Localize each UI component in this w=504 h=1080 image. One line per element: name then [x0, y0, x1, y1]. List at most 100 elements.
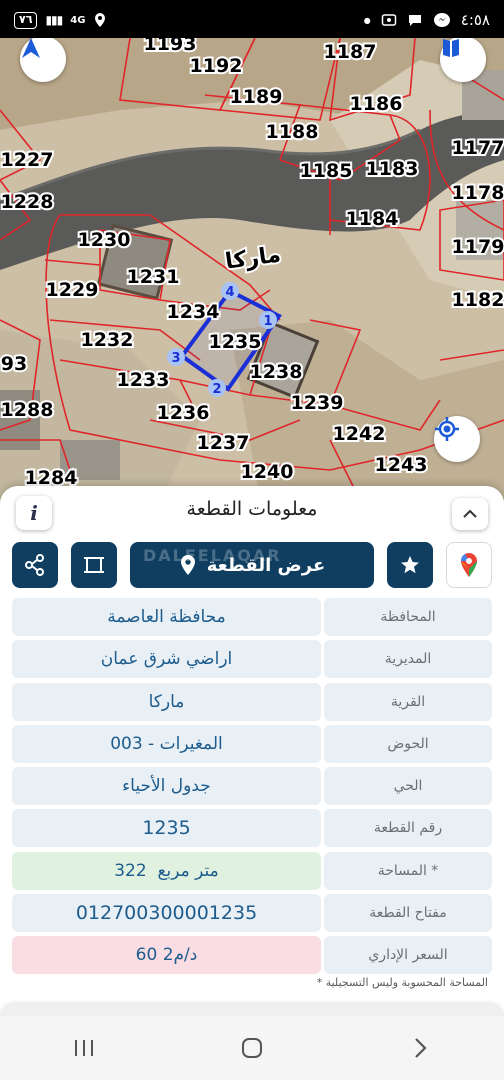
chevron-right-icon — [415, 1038, 427, 1058]
status-bar: ٧٦ ▮▮▮ 4G ● ٤:٥٨ — [0, 0, 504, 40]
battery-icon: ٧٦ — [14, 11, 38, 29]
parcel-label: 1229 — [46, 279, 99, 301]
neighborhood-value: جدول الأحياء — [12, 767, 321, 806]
parcel-label: 1186 — [350, 93, 403, 115]
my-location-icon — [435, 417, 459, 441]
parcel-label: 1179 — [452, 236, 504, 258]
info-row-area: 322 متر مربع المساحة * — [12, 851, 492, 890]
parcel-label: 1230 — [78, 229, 131, 251]
navigation-arrow-icon — [22, 38, 40, 58]
parcel-label: 1232 — [81, 329, 134, 351]
collapse-button[interactable] — [452, 498, 488, 530]
area-label: المساحة * — [324, 851, 492, 890]
info-row-governorate: محافظة العاصمة المحافظة — [12, 598, 492, 636]
parcel-label: 1187 — [324, 41, 377, 63]
area-footnote: * المساحة المحسوبة وليس التسجيلية — [316, 976, 488, 989]
info-row-parcel-number: 1235 رقم القطعة — [12, 809, 492, 848]
book-icon — [443, 39, 459, 57]
directorate-label: المديرية — [324, 640, 492, 679]
network-type: 4G — [70, 14, 86, 26]
admin-price-value: 60 د/م2 — [12, 936, 321, 975]
parcel-label: 1233 — [117, 369, 170, 391]
governorate-label: المحافظة — [324, 598, 492, 636]
info-row-directorate: اراضي شرق عمان المديرية — [12, 640, 492, 679]
info-row-village: ماركا القرية — [12, 682, 492, 721]
my-location-button[interactable] — [434, 416, 480, 462]
parcel-number-value: 1235 — [12, 809, 321, 848]
google-maps-button[interactable] — [446, 542, 492, 588]
show-parcel-button[interactable]: عرض القطعة — [130, 542, 374, 588]
neighborhood-label: الحي — [324, 767, 492, 806]
parcel-label: 1240 — [241, 461, 294, 483]
clock: ٤:٥٨ — [460, 11, 490, 29]
screen-record-icon — [381, 14, 397, 26]
recents-button[interactable] — [44, 1023, 124, 1073]
vertex-label-2: 2 — [212, 382, 221, 397]
parcel-label: 1182 — [452, 289, 504, 311]
parcel-label: 1184 — [346, 208, 399, 230]
crop-square-icon — [84, 557, 104, 573]
info-row-basin: المغيرات - 003 الحوض — [12, 724, 492, 763]
parcel-label: 1188 — [266, 121, 319, 143]
parcel-label: 1183 — [366, 158, 419, 180]
share-icon — [25, 554, 44, 576]
basin-value: المغيرات - 003 — [12, 724, 321, 763]
favorite-button[interactable] — [387, 542, 433, 588]
parcel-label: 1236 — [157, 402, 210, 424]
book-button[interactable] — [440, 38, 486, 82]
governorate-value: محافظة العاصمة — [12, 598, 321, 636]
crop-button[interactable] — [71, 542, 117, 588]
vertex-label-1: 1 — [263, 314, 272, 329]
parcel-label: 1235 — [209, 331, 262, 353]
parcel-label: 1227 — [1, 149, 54, 171]
recents-icon — [75, 1040, 93, 1056]
parcel-key-value: 012700300001235 — [12, 894, 321, 933]
directorate-value: اراضي شرق عمان — [12, 640, 321, 679]
parcel-label: 1231 — [127, 266, 180, 288]
parcel-label: 1177 — [452, 137, 504, 159]
parcel-label: 1189 — [230, 86, 283, 108]
parcel-info-sheet: i معلومات القطعة عرض القطعة DALEELAQAR م… — [0, 486, 504, 1016]
parcel-label: 93 — [1, 353, 27, 375]
parcel-label: 1242 — [333, 423, 386, 445]
navigation-button[interactable] — [20, 38, 66, 82]
status-left: ٧٦ ▮▮▮ 4G — [14, 11, 107, 29]
admin-price-label: السعر الإداري — [324, 936, 492, 975]
map-canvas[interactable]: 4 1 2 3 1193 1187 1192 1189 1186 1188 11… — [0, 38, 504, 500]
parcel-number-label: رقم القطعة — [324, 809, 492, 848]
info-row-neighborhood: جدول الأحياء الحي — [12, 767, 492, 806]
location-status-icon — [95, 13, 106, 27]
parcel-key-label: مفتاح القطعة — [324, 894, 492, 933]
google-maps-icon — [460, 553, 477, 577]
parcel-label: 1288 — [1, 399, 54, 421]
show-parcel-label: عرض القطعة — [206, 554, 326, 576]
parcel-label: 1193 — [144, 38, 197, 55]
parcel-label: 1239 — [291, 392, 344, 414]
info-row-parcel-key: 012700300001235 مفتاح القطعة — [12, 894, 492, 933]
back-button[interactable] — [380, 1023, 460, 1073]
action-bar: عرض القطعة — [0, 542, 504, 588]
sheet-title: معلومات القطعة — [186, 498, 318, 520]
share-button[interactable] — [12, 542, 58, 588]
vertex-label-4: 4 — [225, 285, 234, 300]
notification-dot-icon: ● — [363, 15, 371, 25]
chat-icon — [408, 15, 421, 26]
sheet-header: i معلومات القطعة — [0, 486, 504, 538]
app-root: ٧٦ ▮▮▮ 4G ● ٤:٥٨ 4 1 2 3 1193 1187 1192 … — [0, 0, 504, 1080]
parcel-label: 1243 — [375, 454, 428, 476]
chevron-up-icon — [463, 509, 477, 518]
parcel-label: 1185 — [300, 160, 353, 182]
village-label: القرية — [324, 682, 492, 721]
parcel-label: 1234 — [167, 301, 220, 323]
parcel-label: 1238 — [250, 361, 303, 383]
home-button[interactable] — [212, 1023, 292, 1073]
parcel-label: 1228 — [1, 191, 54, 213]
village-value: ماركا — [12, 682, 321, 721]
parcel-map[interactable]: 4 1 2 3 1193 1187 1192 1189 1186 1188 11… — [0, 38, 504, 500]
basin-label: الحوض — [324, 724, 492, 763]
home-icon — [242, 1038, 262, 1058]
info-row-admin-price: 60 د/م2 السعر الإداري — [12, 936, 492, 975]
area-value: 322 متر مربع — [12, 851, 321, 890]
parcel-label: 1192 — [190, 55, 243, 77]
status-right: ● ٤:٥٨ — [364, 11, 490, 29]
